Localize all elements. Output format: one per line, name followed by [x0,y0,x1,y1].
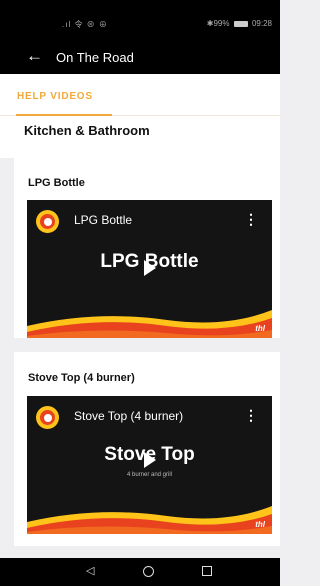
tab-help-videos[interactable]: HELP VIDEOS [17,91,93,102]
app-bar: ← On The Road [0,40,280,74]
section-title: Kitchen & Bathroom [24,123,150,138]
channel-logo-icon[interactable] [36,406,59,429]
video-card-title: LPG Bottle [28,177,85,189]
video-player[interactable]: Stove Top (4 burner) ⋮ Stove Top 4 burne… [27,396,272,534]
thumbnail-wave-graphic [27,506,272,534]
nav-back-icon[interactable]: ◁ [86,564,94,577]
video-player[interactable]: LPG Bottle ⋮ LPG Bottle thl [27,200,272,338]
battery-icon [233,20,248,27]
more-options-icon[interactable]: ⋮ [244,408,258,422]
video-title[interactable]: LPG Bottle [74,213,132,227]
clock: 09:28 [251,19,272,28]
system-nav-bar: ◁ [0,558,280,586]
video-title[interactable]: Stove Top (4 burner) [74,409,183,423]
play-icon[interactable] [144,452,156,468]
thumbnail-wave-graphic [27,310,272,338]
back-arrow-icon[interactable]: ← [26,46,43,66]
status-bar: .ıl 令 ⊗ ⊕ ✱99% 09:28 [0,0,280,40]
signal-icons: .ıl 令 ⊗ ⊕ [62,20,108,29]
section-header: Kitchen & Bathroom [0,116,280,158]
video-thumbnail-subtitle: 4 burner and grill [126,472,173,478]
nav-recents-icon[interactable] [202,566,212,576]
video-card-title: Stove Top (4 burner) [28,372,135,384]
channel-logo-icon[interactable] [36,210,59,233]
brand-logo: thl [255,520,265,529]
video-card: LPG Bottle LPG Bottle ⋮ LPG Bottle thl [14,158,280,338]
tab-bar: HELP VIDEOS [0,74,280,116]
more-options-icon[interactable]: ⋮ [244,212,258,226]
nav-home-icon[interactable] [143,566,154,577]
brand-logo: thl [255,324,265,333]
play-icon[interactable] [144,260,156,276]
video-card: Stove Top (4 burner) Stove Top (4 burner… [14,352,280,546]
status-right: ✱99% 09:28 [207,19,272,28]
battery-percent: ✱99% [206,19,230,28]
page-title: On The Road [56,50,134,65]
